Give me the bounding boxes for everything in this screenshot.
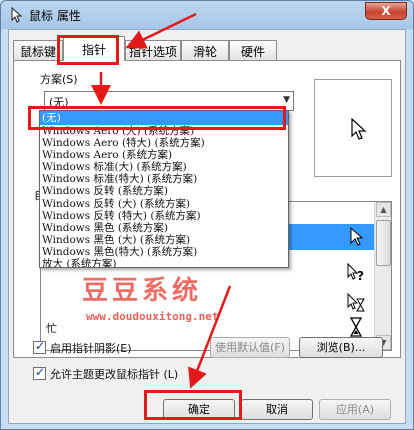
scheme-option[interactable]: (无) <box>40 111 288 125</box>
scheme-option[interactable]: Windows 黑色(特大) (系统方案) <box>40 246 288 258</box>
close-button[interactable]: X <box>365 2 407 20</box>
scheme-dropdown-list[interactable]: (无) Windows Aero (大) (系统方案) Windows Aero… <box>39 110 289 268</box>
tab-pointer-options[interactable]: 指针选项 <box>125 40 181 60</box>
cursor-preview <box>314 79 392 177</box>
scheme-option[interactable]: Windows Aero (系统方案) <box>40 149 288 161</box>
help-cursor-icon: ? <box>347 263 364 283</box>
ok-button[interactable]: 确定 <box>163 399 235 420</box>
svg-text:?: ? <box>357 269 364 283</box>
scheme-select[interactable]: (无) ▼ <box>44 91 294 111</box>
scheme-option[interactable]: Windows 黑色 (系统方案) <box>40 222 288 234</box>
watermark-url: www.doudouxitong.net <box>86 310 219 323</box>
close-icon: X <box>381 4 391 18</box>
scheme-option[interactable]: Windows 反转 (大) (系统方案) <box>40 198 288 210</box>
scheme-selected-value: (无) <box>49 96 69 109</box>
checkbox-checked-icon[interactable] <box>33 339 46 354</box>
scheme-option[interactable]: Windows Aero (大) (系统方案) <box>40 125 288 137</box>
scheme-option[interactable]: Windows 反转 (特大) (系统方案) <box>40 210 288 222</box>
title-bar[interactable]: 鼠标 属性 X <box>1 1 413 29</box>
use-default-button[interactable]: 使用默认值(F) <box>210 337 290 358</box>
scheme-option[interactable]: Windows 黑色 (大) (系统方案) <box>40 234 288 246</box>
tab-buttons[interactable]: 鼠标键 <box>13 40 63 60</box>
cancel-button[interactable]: 取消 <box>241 399 313 420</box>
cursor-list-scrollbar[interactable]: ▲ ▼ <box>374 202 391 350</box>
checkbox-checked-icon[interactable] <box>33 365 46 380</box>
tab-pointers[interactable]: 指针 <box>63 36 125 61</box>
hourglass-cursor-icon <box>349 317 363 337</box>
mouse-properties-window: 鼠标 属性 X 鼠标键 指针 指针选项 滑轮 硬件 方案(S) (无) ▼ 自 <box>0 0 414 430</box>
browse-button[interactable]: 浏览(B)... <box>299 337 383 358</box>
busy-label: 忙 <box>46 322 57 335</box>
watermark-title: 豆豆系统 <box>82 276 203 306</box>
arrow-cursor-preview-icon <box>351 118 367 140</box>
scheme-option[interactable]: Windows 标准(特大) (系统方案) <box>40 173 288 185</box>
arrow-cursor-icon <box>350 227 364 246</box>
scheme-option[interactable]: Windows 反转 (系统方案) <box>40 185 288 197</box>
scheme-option[interactable]: Windows Aero (特大) (系统方案) <box>40 137 288 149</box>
scheme-option[interactable]: Windows 标准(大) (系统方案) <box>40 161 288 173</box>
scrollbar-thumb[interactable] <box>376 220 391 266</box>
apply-button[interactable]: 应用(A) <box>319 399 391 420</box>
window-title: 鼠标 属性 <box>29 9 81 23</box>
tab-hardware[interactable]: 硬件 <box>229 40 277 60</box>
chevron-down-icon[interactable]: ▼ <box>283 95 290 105</box>
scheme-group-label: 方案(S) <box>40 73 78 86</box>
mouse-pointer-app-icon <box>11 7 23 23</box>
enable-shadow-checkbox[interactable]: 启用指针阴影(E) <box>33 339 132 356</box>
scroll-up-icon[interactable]: ▲ <box>376 202 391 217</box>
working-cursor-icon <box>347 293 365 312</box>
tab-wheel[interactable]: 滑轮 <box>181 40 229 60</box>
scheme-option[interactable]: 放大 (系统方案) <box>40 258 288 267</box>
allow-theme-checkbox[interactable]: 允许主题更改鼠标指针 (L) <box>33 365 178 382</box>
